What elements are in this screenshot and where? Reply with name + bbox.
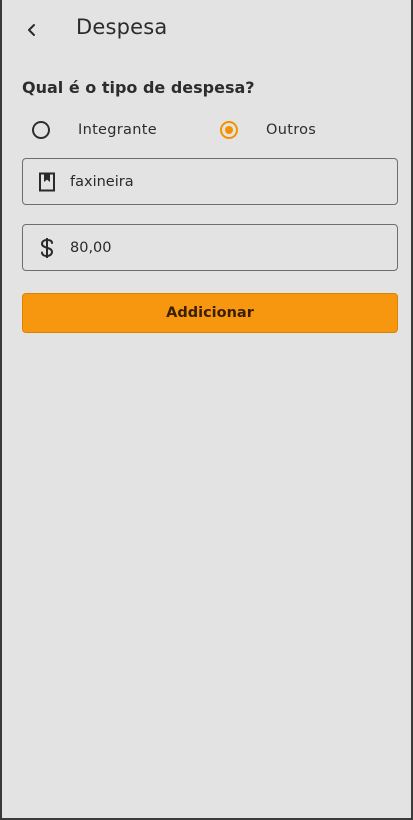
bookmark-icon bbox=[36, 171, 58, 193]
description-input[interactable] bbox=[70, 173, 360, 190]
dollar-icon bbox=[36, 237, 58, 259]
expense-screen: Despesa Qual é o tipo de despesa? Integr… bbox=[0, 0, 413, 820]
radio-integrante-circle[interactable] bbox=[32, 121, 50, 139]
radio-integrante-label: Integrante bbox=[78, 122, 157, 138]
radio-outros-circle[interactable] bbox=[220, 121, 238, 139]
app-bar: Despesa bbox=[2, 0, 411, 60]
radio-outros-label: Outros bbox=[266, 122, 317, 138]
amount-field[interactable] bbox=[22, 224, 398, 271]
expense-type-question: Qual é o tipo de despesa? bbox=[22, 78, 255, 97]
add-button[interactable]: Addicionar bbox=[22, 293, 398, 333]
description-field[interactable] bbox=[22, 158, 398, 205]
radio-integrante[interactable]: Integrante bbox=[32, 118, 157, 142]
back-button[interactable] bbox=[16, 12, 48, 48]
radio-outros[interactable]: Outros bbox=[220, 118, 316, 142]
chevron-left-icon bbox=[28, 24, 35, 36]
amount-input[interactable] bbox=[70, 239, 360, 256]
page-title: Despesa bbox=[76, 15, 168, 39]
